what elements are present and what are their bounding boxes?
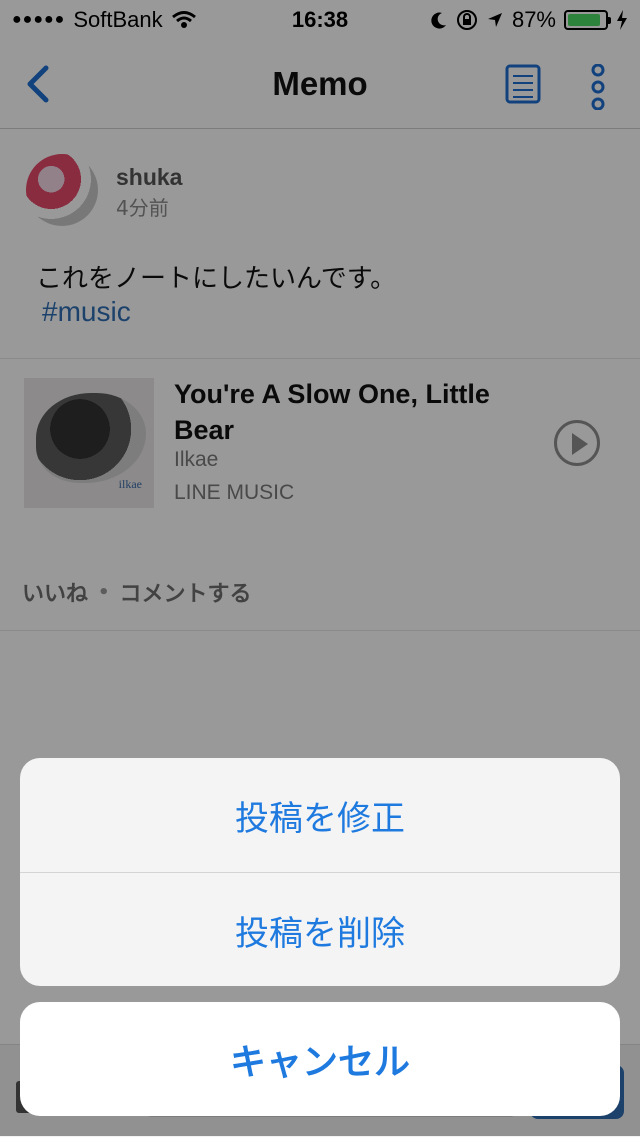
action-sheet-cancel: キャンセル <box>20 1002 620 1116</box>
delete-post-button[interactable]: 投稿を削除 <box>20 872 620 986</box>
edit-post-button[interactable]: 投稿を修正 <box>20 758 620 872</box>
cancel-button[interactable]: キャンセル <box>230 1033 410 1085</box>
action-sheet: 投稿を修正 投稿を削除 <box>20 758 620 986</box>
